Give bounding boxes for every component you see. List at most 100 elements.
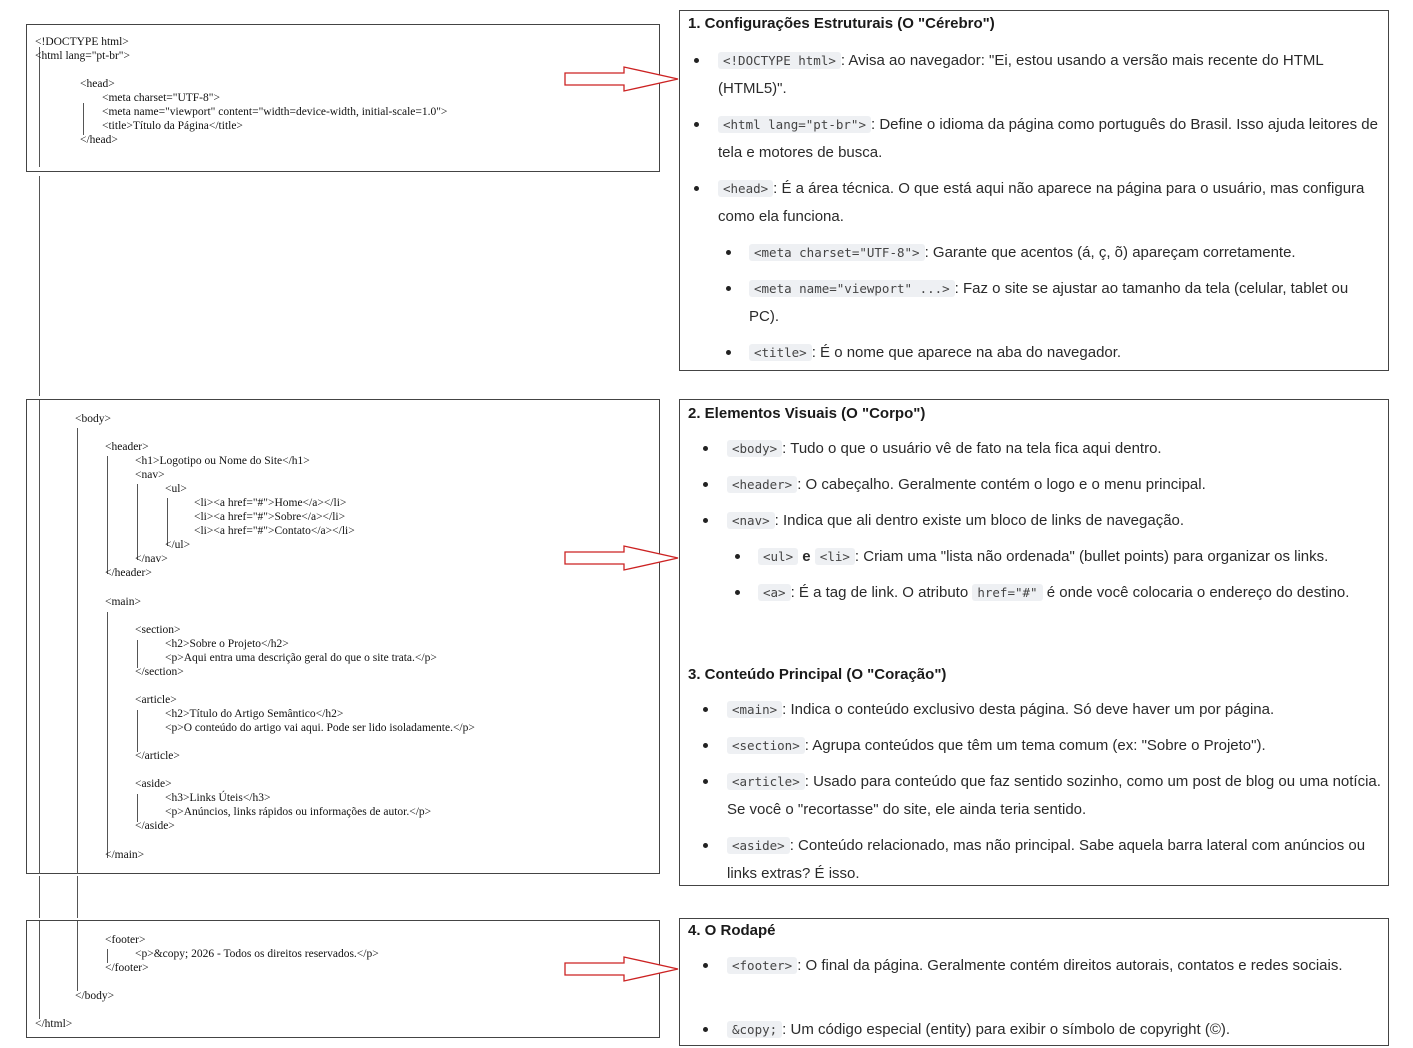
arrow-right-icon <box>564 66 679 92</box>
explanation-item: <section>: Agrupa conteúdos que têm um t… <box>727 732 1382 760</box>
html-indent-guide <box>39 176 40 396</box>
code-line: <head> <box>80 78 115 90</box>
code-line: <meta charset="UTF-8"> <box>102 92 220 104</box>
code-line: <section> <box>135 624 181 636</box>
code-tag: <ul> <box>758 548 799 565</box>
explanation-item: <main>: Indica o conteúdo exclusivo dest… <box>727 696 1382 724</box>
indent-guide <box>77 428 78 874</box>
code-line: <header> <box>105 441 149 453</box>
code-line: <p>Aqui entra uma descrição geral do que… <box>165 652 437 664</box>
explanation-item: <footer>: O final da página. Geralmente … <box>727 952 1382 980</box>
panel-title: 1. Configurações Estruturais (O "Cérebro… <box>688 15 995 32</box>
bullet-icon <box>703 843 708 848</box>
code-line: <h2>Título do Artigo Semântico</h2> <box>165 708 344 720</box>
code-line: <meta name="viewport" content="width=dev… <box>102 106 448 118</box>
explanation-panel-footer: 4. O Rodapé <footer>: O final da página.… <box>679 918 1389 1046</box>
code-tag: <meta charset="UTF-8"> <box>749 244 925 261</box>
code-line: </main> <box>105 849 145 861</box>
code-line: <nav> <box>135 469 165 481</box>
bullet-icon <box>703 482 708 487</box>
code-line: <p>Anúncios, links rápidos ou informaçõe… <box>165 806 432 818</box>
explanation-item: <a>: É a tag de link. O atributo href="#… <box>758 579 1382 607</box>
code-line: <p>&copy; 2026 - Todos os direitos reser… <box>135 948 379 960</box>
indent-guide <box>39 921 40 1019</box>
explanation-item: <ul> e <li>: Criam uma "lista não ordena… <box>758 543 1384 571</box>
explanation-item: <nav>: Indica que ali dentro existe um b… <box>727 507 1382 535</box>
code-tag: <a> <box>758 584 791 601</box>
code-line: <h2>Sobre o Projeto</h2> <box>165 638 289 650</box>
code-line: <li><a href="#">Sobre</a></li> <box>194 511 346 523</box>
explanation-panel-structure: 1. Configurações Estruturais (O "Cérebro… <box>679 10 1389 371</box>
code-tag: <!DOCTYPE html> <box>718 52 841 69</box>
explanation-item: <meta name="viewport" ...>: Faz o site s… <box>749 280 1349 325</box>
indent-guide <box>137 794 138 822</box>
code-line: <h3>Links Úteis</h3> <box>165 792 271 804</box>
code-line: <!DOCTYPE html> <box>35 36 129 48</box>
indent-guide <box>107 456 108 574</box>
explanation-item: <aside>: Conteúdo relacionado, mas não p… <box>727 837 1366 882</box>
code-line: </section> <box>135 666 184 678</box>
bullet-icon <box>694 186 699 191</box>
panel-title: 4. O Rodapé <box>688 922 776 939</box>
explanation-item: <head>: É a área técnica. O que está aqu… <box>718 180 1365 225</box>
code-line: <aside> <box>135 778 172 790</box>
code-tag: <footer> <box>727 957 798 974</box>
explanation-panel-body: 2. Elementos Visuais (O "Corpo") <body>:… <box>679 399 1389 886</box>
bullet-icon <box>703 963 708 968</box>
code-line: <ul> <box>165 483 187 495</box>
code-line: <li><a href="#">Home</a></li> <box>194 497 347 509</box>
explanation-item: <meta charset="UTF-8">: Garante que acen… <box>749 239 1382 267</box>
explanation-item: <title>: É o nome que aparece na aba do … <box>749 339 1382 367</box>
code-line: <p>O conteúdo do artigo vai aqui. Pode s… <box>165 722 475 734</box>
code-tag: <main> <box>727 701 783 718</box>
code-tag: href="#" <box>972 584 1043 601</box>
explanation-item: <header>: O cabeçalho. Geralmente contém… <box>727 471 1382 499</box>
bullet-icon <box>703 743 708 748</box>
bullet-icon <box>703 707 708 712</box>
code-line: </ul> <box>165 539 191 551</box>
code-line: <article> <box>135 694 177 706</box>
code-tag: <meta name="viewport" ...> <box>749 280 955 297</box>
code-tag: <body> <box>727 440 783 457</box>
code-line: </header> <box>105 567 152 579</box>
code-block-head: <!DOCTYPE html> <html lang="pt-br"> <hea… <box>26 24 660 172</box>
explanation-item: <!DOCTYPE html>: Avisa ao navegador: "Ei… <box>718 52 1324 97</box>
code-line: </footer> <box>105 962 149 974</box>
indent-guide <box>77 921 78 991</box>
code-line: <li><a href="#">Contato</a></li> <box>194 525 355 537</box>
bullet-icon <box>726 250 731 255</box>
arrow-right-icon <box>564 956 679 982</box>
code-tag: <li> <box>814 548 855 565</box>
indent-guide <box>39 400 40 874</box>
bullet-icon <box>703 446 708 451</box>
arrow-right-icon <box>564 545 679 571</box>
indent-guide <box>83 103 84 135</box>
code-tag: <article> <box>727 773 805 790</box>
html-indent-guide <box>39 876 40 918</box>
bullet-icon <box>726 286 731 291</box>
bullet-icon <box>694 122 699 127</box>
code-tag: <nav> <box>727 512 775 529</box>
indent-guide <box>107 612 108 858</box>
code-line: <html lang="pt-br"> <box>35 50 130 62</box>
code-tag: <head> <box>718 180 774 197</box>
indent-guide <box>39 47 40 167</box>
code-line: <body> <box>75 413 111 425</box>
code-line: </article> <box>135 750 180 762</box>
indent-guide <box>137 640 138 668</box>
bullet-icon <box>694 58 699 63</box>
code-line: </body> <box>75 990 115 1002</box>
bullet-icon <box>726 350 731 355</box>
bullet-icon <box>703 518 708 523</box>
code-line: <main> <box>105 596 141 608</box>
code-block-body: <body> <header> <h1>Logotipo ou Nome do … <box>26 399 660 874</box>
bullet-icon <box>703 1027 708 1032</box>
bullet-icon <box>735 590 740 595</box>
code-line: </nav> <box>135 553 168 565</box>
bullet-icon <box>703 779 708 784</box>
explanation-item: <article>: Usado para conteúdo que faz s… <box>727 773 1381 818</box>
code-line: </html> <box>35 1018 73 1030</box>
bullet-icon <box>735 554 740 559</box>
indent-guide <box>137 710 138 752</box>
code-line: </aside> <box>135 820 175 832</box>
